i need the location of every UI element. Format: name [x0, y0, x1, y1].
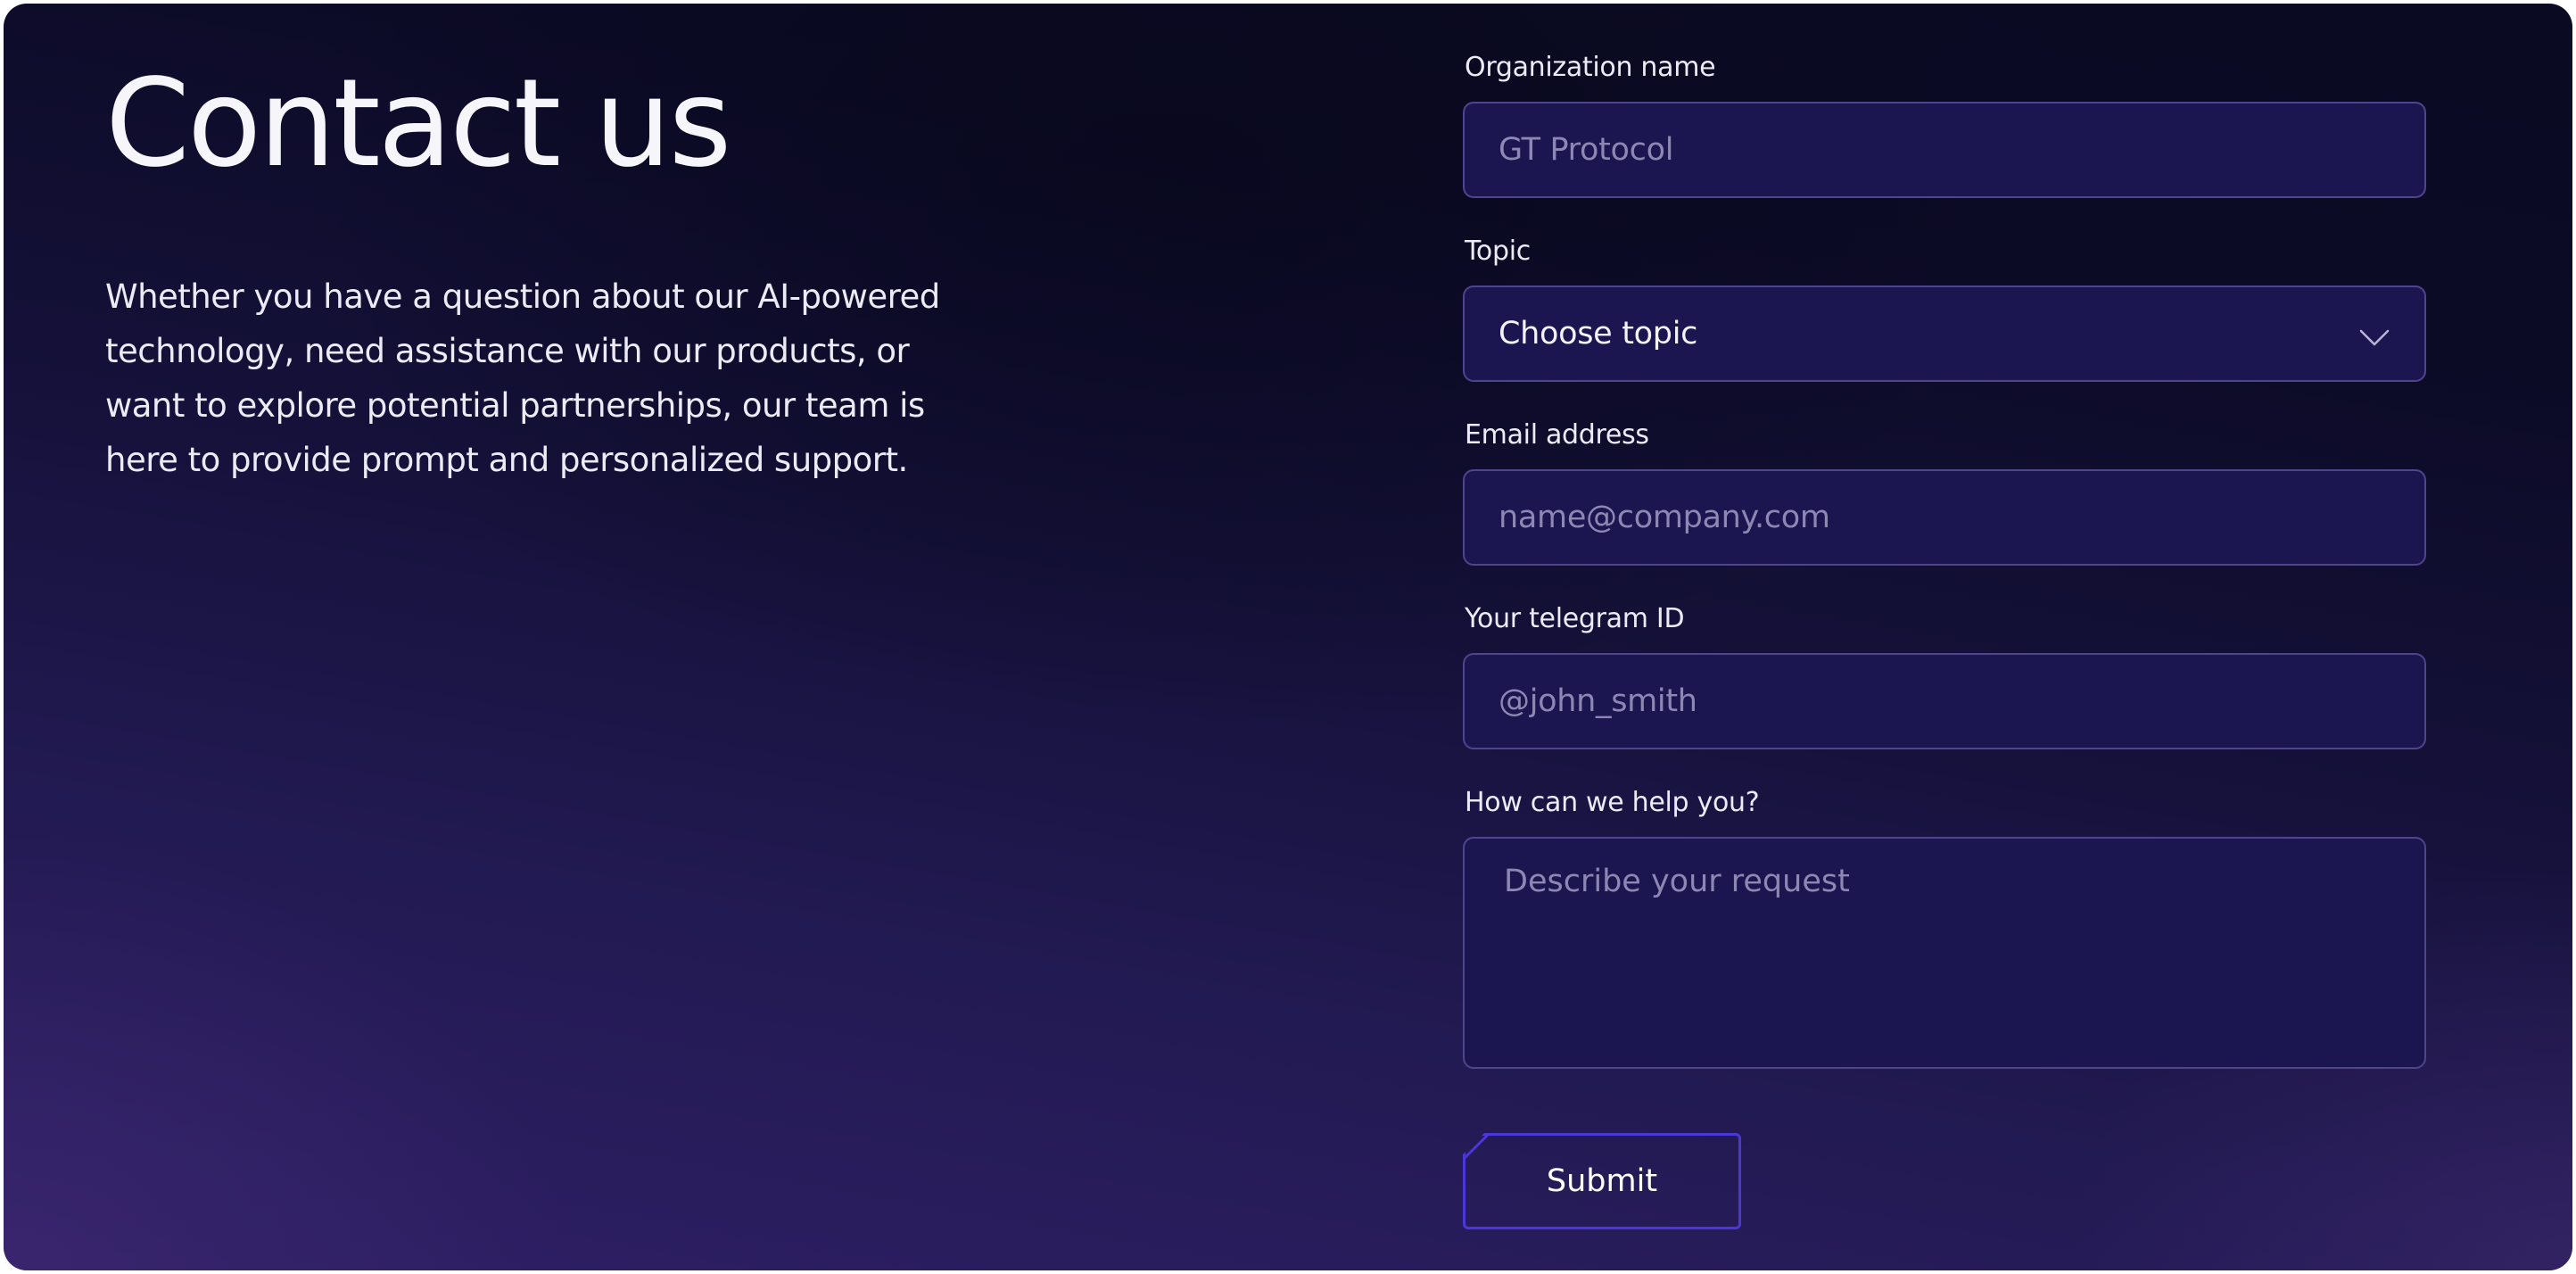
telegram-input[interactable] — [1463, 653, 2426, 749]
email-field-group: Email address — [1463, 418, 2426, 566]
chevron-down-icon — [2359, 329, 2390, 346]
contact-form: Organization name Topic Choose topic Ema… — [1463, 50, 2426, 1229]
message-field-group: How can we help you? — [1463, 785, 2426, 1069]
contact-intro: Contact us Whether you have a question a… — [105, 48, 997, 487]
email-input[interactable] — [1463, 469, 2426, 566]
message-textarea[interactable] — [1463, 837, 2426, 1069]
contact-card: Contact us Whether you have a question a… — [4, 4, 2572, 1270]
topic-label: Topic — [1465, 236, 1531, 267]
organization-input[interactable] — [1463, 102, 2426, 198]
submit-button-label: Submit — [1546, 1163, 1658, 1199]
corner-notch-decoration — [1463, 1133, 1490, 1160]
submit-button[interactable]: Submit — [1463, 1133, 1741, 1229]
topic-select-value: Choose topic — [1499, 316, 1698, 352]
topic-field-group: Topic Choose topic — [1463, 234, 2426, 382]
telegram-field-group: Your telegram ID — [1463, 601, 2426, 749]
email-label: Email address — [1465, 419, 1649, 451]
message-label: How can we help you? — [1465, 787, 1760, 818]
organization-label: Organization name — [1465, 52, 1716, 83]
contact-description: Whether you have a question about our AI… — [105, 277, 940, 479]
page-title: Contact us — [105, 54, 731, 194]
organization-field-group: Organization name — [1463, 50, 2426, 198]
topic-select[interactable]: Choose topic — [1463, 285, 2426, 382]
telegram-label: Your telegram ID — [1465, 603, 1685, 634]
